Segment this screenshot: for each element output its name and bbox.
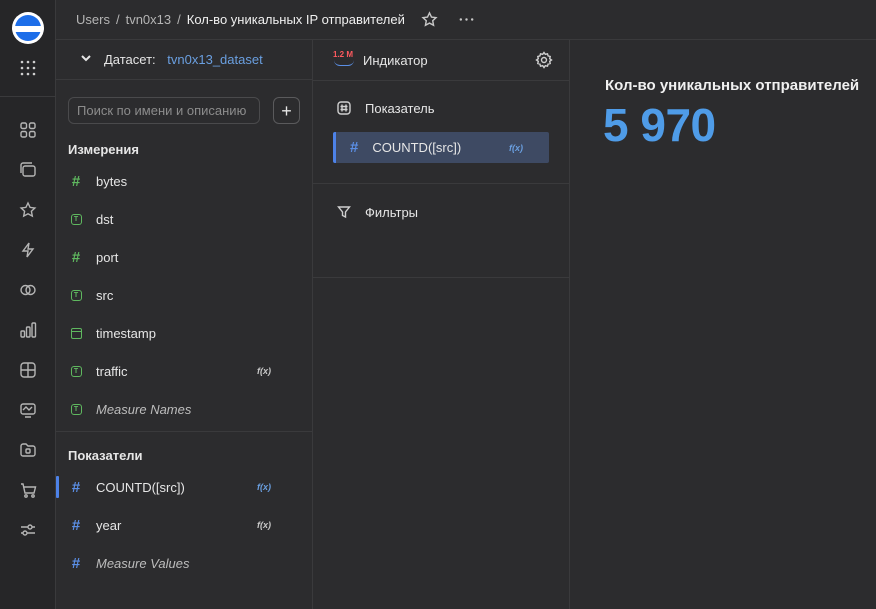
text-type-icon: T: [70, 365, 82, 377]
app-logo[interactable]: [12, 12, 44, 44]
field-name: src: [96, 287, 114, 303]
text-type-icon: T: [70, 289, 82, 301]
measure-section-header: Показатель: [313, 98, 570, 118]
dataset-name-link[interactable]: tvn0x13_dataset: [167, 52, 262, 67]
text-type-icon: T: [70, 213, 82, 225]
number-type-icon: #: [71, 554, 81, 572]
dataset-header[interactable]: Датасет: tvn0x13_dataset: [56, 40, 312, 80]
number-type-icon: #: [71, 172, 81, 190]
monitor-icon[interactable]: [18, 400, 38, 420]
apps-menu-icon[interactable]: [18, 58, 38, 78]
hash-box-icon: [337, 101, 351, 115]
gear-icon[interactable]: [535, 51, 553, 72]
connections-icon[interactable]: [18, 280, 38, 300]
formula-icon: f(x): [257, 520, 271, 530]
star-icon[interactable]: [18, 200, 38, 220]
field-name: bytes: [96, 173, 128, 189]
number-type-icon: #: [71, 516, 81, 534]
rail-divider: [0, 96, 56, 97]
number-type-icon: #: [350, 139, 359, 156]
dataset-panel: Датасет: tvn0x13_dataset + Измерения # b…: [56, 40, 313, 609]
section-divider: [56, 431, 313, 432]
placed-measure-name: COUNTD([src]): [372, 140, 462, 155]
formula-icon: f(x): [509, 142, 523, 153]
settings-sliders-icon[interactable]: [18, 520, 38, 540]
chevron-down-icon[interactable]: [80, 52, 92, 67]
more-actions-icon[interactable]: [458, 11, 475, 28]
field-item-timestamp[interactable]: timestamp: [56, 314, 313, 352]
field-item-port[interactable]: # port: [56, 238, 313, 276]
field-search-row: +: [68, 97, 301, 124]
dimensions-title: Измерения: [68, 142, 139, 157]
visualization-type-selector[interactable]: 1.2 M Индикатор: [313, 40, 569, 81]
field-name: Measure Names: [96, 401, 192, 417]
add-field-button[interactable]: +: [273, 97, 300, 124]
formula-icon: f(x): [257, 482, 271, 492]
folder-icon[interactable]: [18, 440, 38, 460]
field-name: timestamp: [96, 325, 156, 341]
field-item-countd-src[interactable]: # COUNTD([src]) f(x): [56, 468, 313, 506]
charts-icon[interactable]: [18, 320, 38, 340]
active-field-indicator: [56, 476, 59, 498]
field-name: port: [96, 249, 119, 265]
field-item-bytes[interactable]: # bytes: [56, 162, 313, 200]
indicator-badge: 1.2 M: [333, 50, 354, 59]
filters-section-label: Фильтры: [365, 204, 419, 220]
section-divider: [313, 183, 570, 184]
number-type-icon: #: [71, 478, 81, 496]
section-divider: [313, 277, 570, 278]
measure-section-label: Показатель: [365, 100, 435, 116]
filter-funnel-icon: [337, 205, 351, 219]
field-name: dst: [96, 211, 114, 227]
measures-title: Показатели: [68, 448, 143, 463]
dataset-label: Датасет:: [104, 52, 156, 67]
filters-section-header: Фильтры: [313, 202, 570, 222]
indicator-visualization-icon: 1.2 M: [333, 50, 355, 70]
field-item-src[interactable]: T src: [56, 276, 313, 314]
field-name: traffic: [96, 363, 128, 379]
calendar-type-icon: [70, 327, 82, 339]
field-item-measure-values[interactable]: # Measure Values: [56, 544, 313, 582]
field-item-traffic[interactable]: T traffic f(x): [56, 352, 313, 390]
favorite-star-icon[interactable]: [421, 11, 438, 28]
bolt-icon[interactable]: [18, 240, 38, 260]
dashboards-icon[interactable]: [18, 160, 38, 180]
page-title: Кол-во уникальных IP отправителей: [186, 12, 405, 27]
visualization-title: Индикатор: [363, 52, 428, 68]
navigation-rail: [0, 0, 56, 609]
field-search-input[interactable]: [68, 97, 260, 124]
breadcrumb-folder[interactable]: tvn0x13: [126, 12, 172, 27]
number-type-icon: #: [71, 248, 81, 266]
chart-preview: Кол-во уникальных отправителей 5 970: [570, 40, 876, 609]
field-item-dst[interactable]: T dst: [56, 200, 313, 238]
datasets-icon[interactable]: [18, 360, 38, 380]
breadcrumb-separator: /: [115, 12, 120, 27]
breadcrumb-separator: /: [177, 12, 181, 27]
field-item-measure-names[interactable]: T Measure Names: [56, 390, 313, 428]
field-name: Measure Values: [96, 555, 190, 571]
field-name: year: [96, 517, 122, 533]
cart-icon[interactable]: [18, 480, 38, 500]
formula-icon: f(x): [257, 366, 271, 376]
field-name: COUNTD([src]): [96, 479, 185, 495]
indicator-title: Кол-во уникальных отправителей: [605, 77, 860, 94]
grid-icon[interactable]: [18, 120, 38, 140]
top-bar: Users / tvn0x13 / Кол-во уникальных IP о…: [56, 0, 876, 40]
text-type-icon: T: [70, 403, 82, 415]
placed-measure-item[interactable]: # COUNTD([src]) f(x): [333, 132, 549, 163]
indicator-value: 5 970: [603, 99, 716, 151]
visualization-config-panel: 1.2 M Индикатор Показатель # COUNTD([src…: [313, 40, 570, 609]
breadcrumb-users[interactable]: Users: [76, 12, 110, 27]
field-item-year[interactable]: # year f(x): [56, 506, 313, 544]
